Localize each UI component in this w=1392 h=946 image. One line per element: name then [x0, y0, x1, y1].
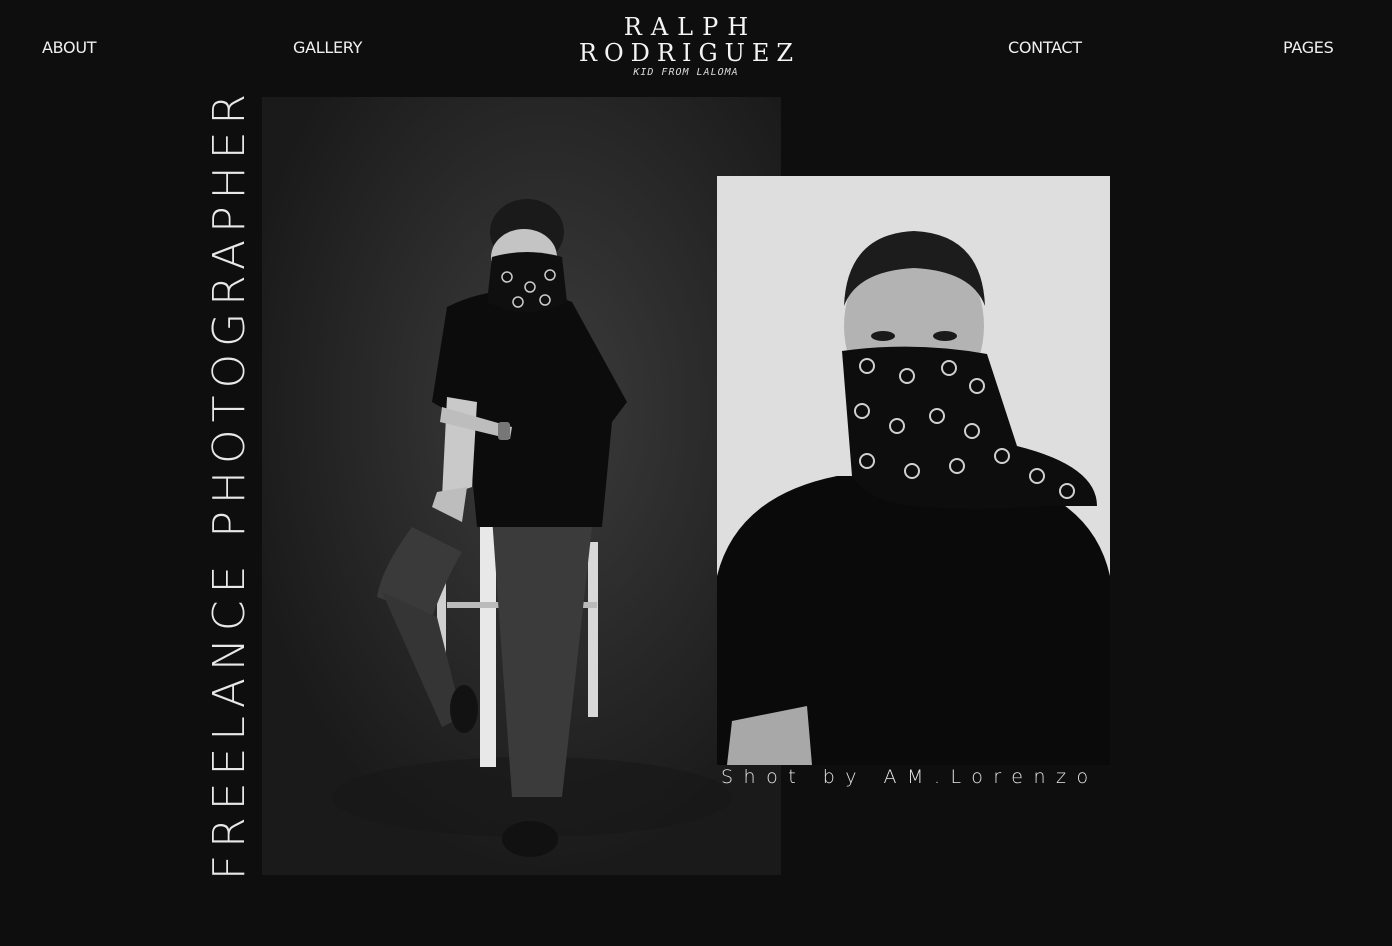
page: ABOUT GALLERY RALPH RODRIGUEZ KID FROM L…	[0, 0, 1392, 946]
logo-last-name: RODRIGUEZ	[578, 39, 801, 67]
vertical-title-wrapper: FREELANCE PHOTOGRAPHER	[205, 86, 256, 879]
logo-first-name: RALPH	[623, 13, 758, 41]
photo-seated-portrait	[262, 97, 781, 875]
logo-tagline: KID FROM LALOMA	[633, 67, 739, 78]
seated-portrait-image	[262, 97, 781, 875]
nav-pages-link[interactable]: PAGES	[1283, 38, 1334, 57]
freelance-photographer-title: FREELANCE PHOTOGRAPHER	[204, 86, 256, 880]
nav-gallery-link[interactable]: GALLERY	[293, 38, 362, 57]
photo-credit: Shot by AM.Lorenzo	[721, 766, 1099, 788]
nav-about-link[interactable]: ABOUT	[42, 38, 97, 57]
nav-contact-link[interactable]: CONTACT	[1008, 38, 1082, 57]
headshot-portrait-image	[717, 176, 1110, 765]
site-logo[interactable]: RALPH RODRIGUEZ KID FROM LALOMA	[560, 14, 812, 79]
photo-headshot-portrait	[717, 176, 1110, 765]
